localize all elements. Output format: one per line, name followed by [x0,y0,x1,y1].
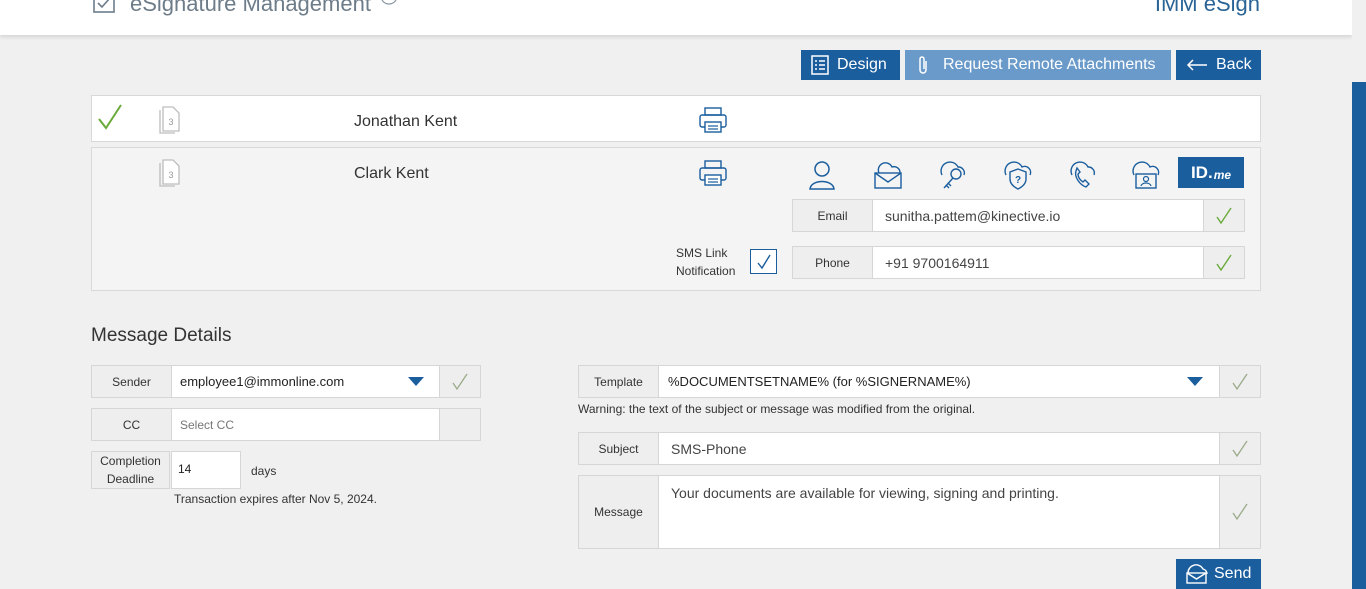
print-icon[interactable] [699,159,727,187]
signer-row[interactable]: 3 Jonathan Kent [91,95,1261,142]
cc-input[interactable]: Select CC [172,409,439,440]
svg-text:3: 3 [168,117,173,127]
email-field[interactable]: Email sunitha.pattem@kinective.io [792,199,1245,232]
sms-notification-checkbox[interactable] [750,249,777,274]
page-title: eSignature Management [130,0,371,16]
check-icon [1232,503,1248,521]
subject-status [1219,433,1260,464]
send-label: Send [1214,565,1252,582]
subject-field[interactable]: Subject SMS-Phone [578,432,1261,465]
phone-status [1203,247,1244,278]
idme-suffix: me [1213,167,1232,182]
phone-field[interactable]: Phone +91 9700164911 [792,246,1245,279]
page-scrollbar[interactable] [1352,0,1366,589]
chevron-down-icon [1187,377,1203,386]
request-label: Request Remote Attachments [943,56,1156,73]
template-select[interactable]: %DOCUMENTSETNAME% (for %SIGNERNAME%) [659,366,1171,397]
info-icon[interactable] [380,0,398,6]
scrollbar-thumb[interactable] [1352,82,1366,589]
template-dropdown-toggle[interactable] [1171,366,1219,397]
cc-field[interactable]: CC Select CC [91,408,481,441]
app-header: eSignature Management IMM eSign [0,0,1352,35]
sms-link-notification-label: SMS Link Notification [676,246,736,278]
phone-value[interactable]: +91 9700164911 [873,247,1203,278]
svg-text:?: ? [1015,175,1021,186]
sender-dropdown-toggle[interactable] [393,366,439,397]
email-status [1203,200,1244,231]
signature-doc-icon [93,0,115,13]
sender-label: Sender [92,366,172,397]
check-icon [1216,254,1232,271]
cc-label: CC [92,409,172,440]
list-doc-icon [811,55,829,75]
email-icon[interactable] [872,159,904,191]
request-remote-attachments-button[interactable]: Request Remote Attachments [905,50,1171,80]
shield-question-icon[interactable]: ? [1002,159,1034,191]
arrow-left-icon [1186,59,1207,71]
phone-icon[interactable] [1066,159,1098,191]
sender-status [439,366,480,397]
idme-main: ID. [1190,162,1213,182]
key-icon[interactable] [936,159,968,191]
design-label: Design [837,56,887,73]
phone-label: Phone [793,247,873,278]
check-icon [756,254,771,269]
email-label: Email [793,200,873,231]
brand-name: IMM eSign [1154,0,1260,16]
subject-label: Subject [579,433,659,464]
check-icon [98,104,122,130]
template-field[interactable]: Template %DOCUMENTSETNAME% (for %SIGNERN… [578,365,1261,398]
send-button[interactable]: Send [1176,559,1261,589]
sender-select[interactable]: employee1@immonline.com [172,366,393,397]
signer-name: Clark Kent [354,165,429,182]
chevron-down-icon [408,377,424,386]
back-label: Back [1216,56,1252,73]
subject-input[interactable]: SMS-Phone [659,433,1219,464]
signer-name: Jonathan Kent [354,113,458,130]
check-icon [1216,207,1232,224]
template-warning: Warning: the text of the subject or mess… [578,402,976,416]
design-button[interactable]: Design [801,50,900,80]
idme-button[interactable]: ID. me [1178,157,1244,188]
completion-deadline-label: Completion Deadline [91,451,170,489]
signer-row[interactable]: 3 Clark Kent ? ID. me Email sunitha.patt… [91,147,1261,291]
email-value[interactable]: sunitha.pattem@kinective.io [873,200,1203,231]
check-icon [452,373,468,390]
template-status [1219,366,1260,397]
cc-status [439,409,480,440]
message-status [1219,476,1260,548]
user-icon[interactable] [806,159,838,191]
document-count-icon: 3 [159,106,180,134]
paperclip-icon [919,56,927,74]
send-mail-icon [1186,564,1208,584]
template-label: Template [579,366,659,397]
message-textarea[interactable]: Your documents are available for viewing… [659,476,1219,548]
document-count-icon: 3 [159,159,180,187]
message-label: Message [579,476,659,548]
print-icon[interactable] [699,106,727,134]
completion-deadline-input[interactable]: 14 [171,451,241,489]
back-button[interactable]: Back [1176,50,1261,80]
id-card-icon[interactable] [1130,159,1162,191]
days-label: days [251,464,277,478]
svg-text:3: 3 [168,170,173,180]
sender-field[interactable]: Sender employee1@immonline.com [91,365,481,398]
check-icon [1232,440,1248,457]
message-field[interactable]: Message Your documents are available for… [578,475,1261,549]
check-icon [1232,373,1248,390]
transaction-expiry-text: Transaction expires after Nov 5, 2024. [174,492,377,506]
message-details-title: Message Details [91,325,232,346]
